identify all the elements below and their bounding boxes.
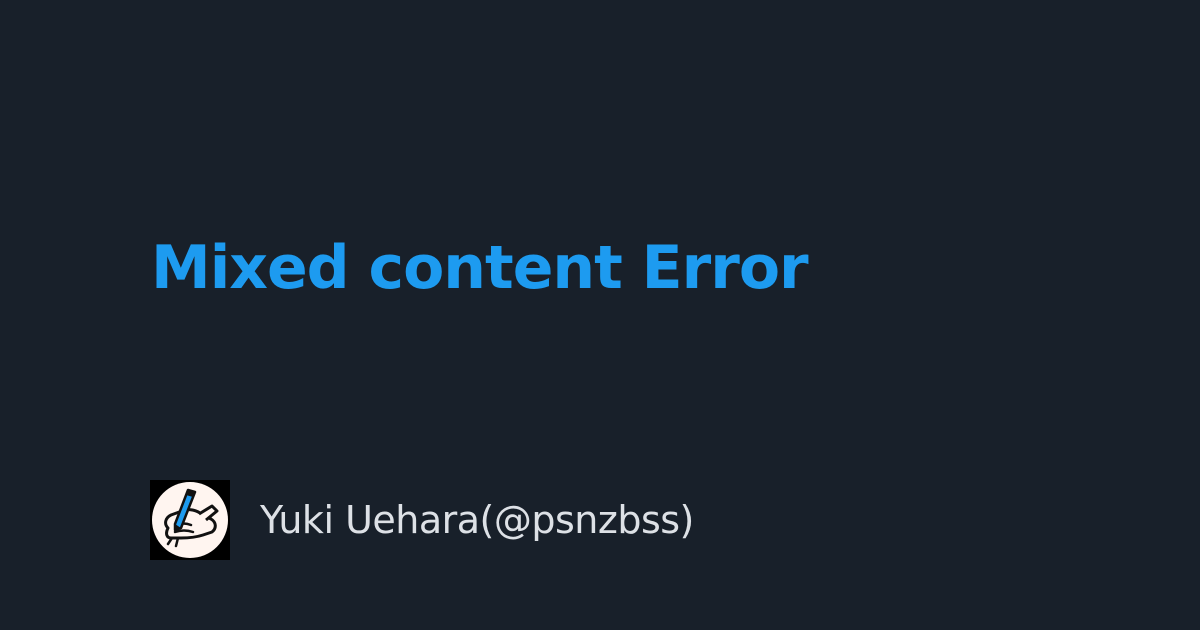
author-name: Yuki Uehara(@psnzbss) — [260, 498, 694, 542]
og-card: Mixed content Error Yuki Uehara(@psnzbss… — [0, 0, 1200, 630]
author-block: Yuki Uehara(@psnzbss) — [150, 480, 694, 560]
post-title: Mixed content Error — [151, 233, 809, 303]
author-avatar — [150, 480, 230, 560]
hand-writing-pencil-icon — [150, 480, 230, 560]
